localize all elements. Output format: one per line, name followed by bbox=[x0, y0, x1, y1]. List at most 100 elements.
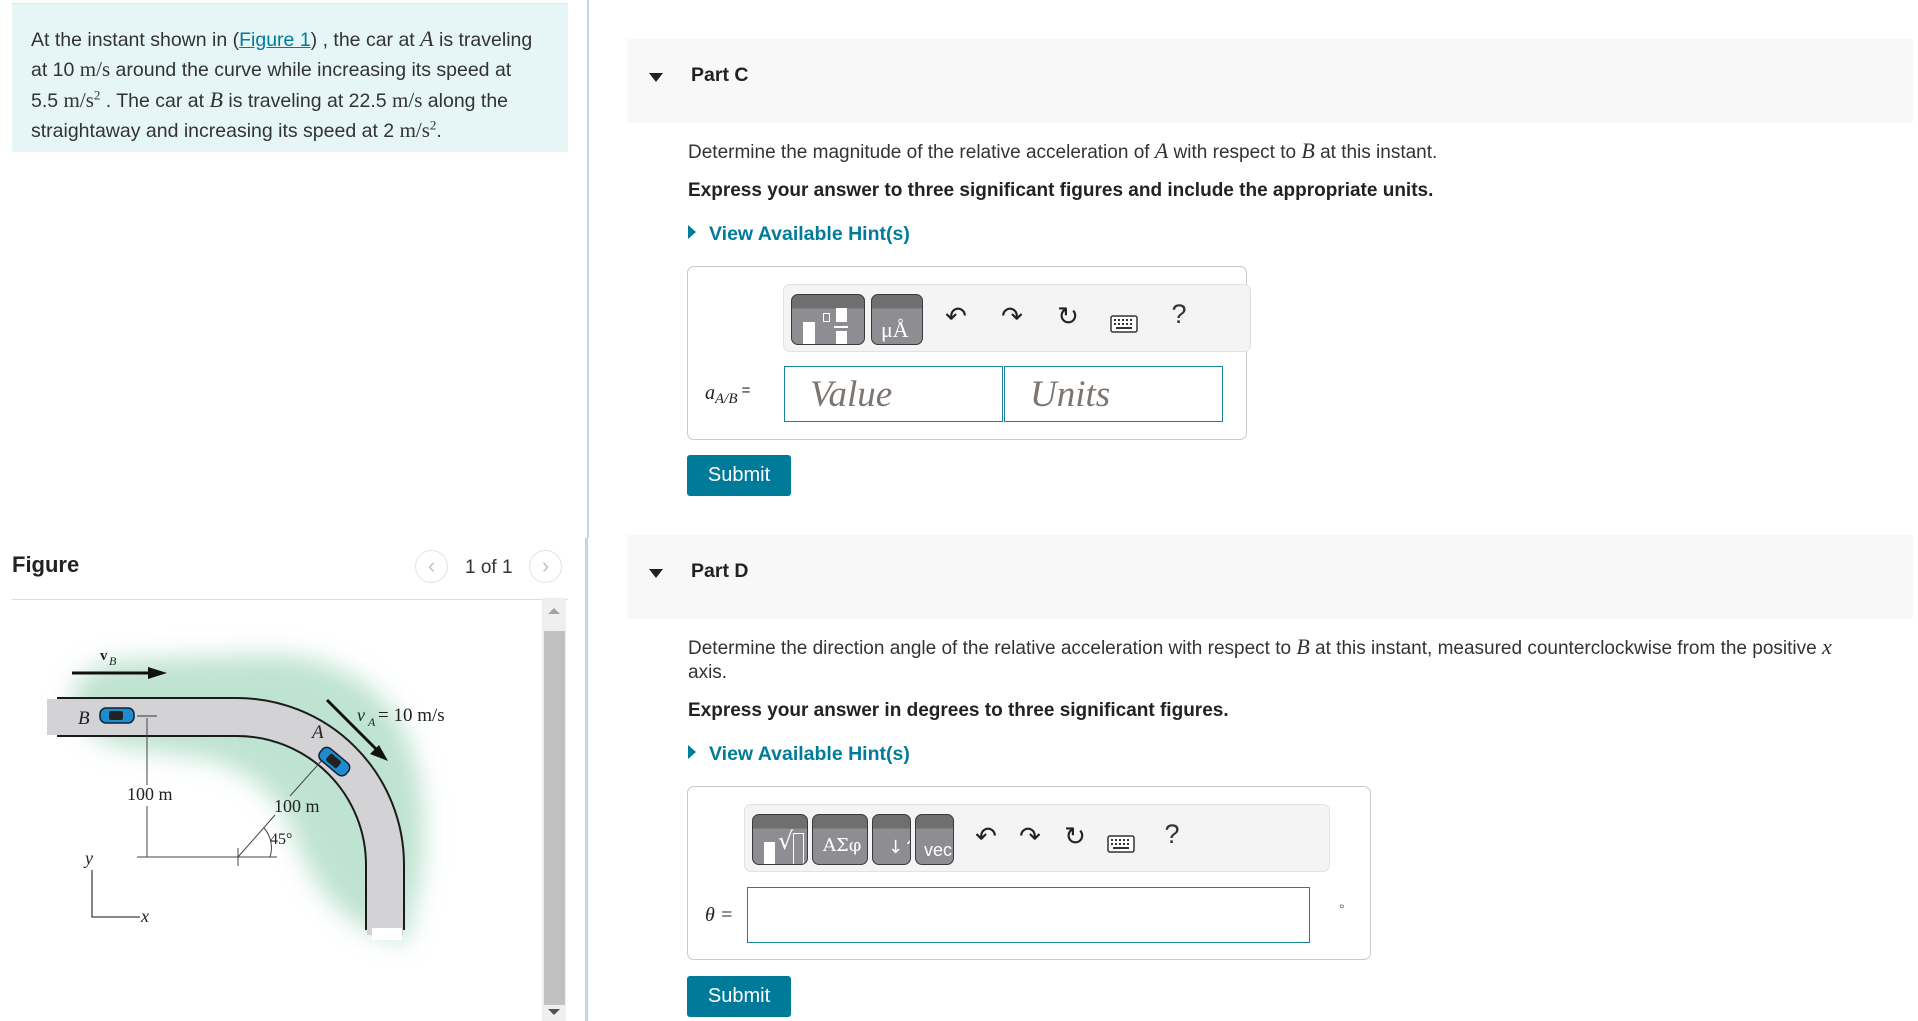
unit-ms: m/s bbox=[392, 88, 423, 112]
part-c-header[interactable]: Part C bbox=[627, 39, 1913, 123]
keyboard-icon[interactable] bbox=[1104, 829, 1138, 860]
part-c-hint-link[interactable]: View Available Hint(s) bbox=[688, 223, 910, 246]
angle-input[interactable] bbox=[747, 887, 1310, 943]
degree-unit: ° bbox=[1339, 901, 1345, 917]
problem-text: . bbox=[436, 120, 442, 142]
caret-down-icon bbox=[649, 569, 663, 578]
var-B: B bbox=[209, 87, 223, 112]
problem-statement: At the instant shown in (Figure 1) , the… bbox=[12, 3, 568, 152]
prompt-text: Determine the direction angle of the rel… bbox=[688, 638, 1297, 659]
part-c-answer-label: aA/B = bbox=[705, 382, 750, 408]
figure-image: v B B 100 m 100 m 45° A v A = 10 m/s y x bbox=[12, 600, 542, 1021]
caret-right-icon bbox=[688, 745, 696, 759]
part-c-title: Part C bbox=[691, 64, 749, 86]
part-d-prompt: Determine the direction angle of the rel… bbox=[688, 635, 1888, 685]
axis-x-label: x bbox=[140, 906, 149, 926]
label-var: a bbox=[705, 382, 715, 404]
road-diagram: v B B 100 m 100 m 45° A v A = 10 m/s y x bbox=[47, 648, 445, 941]
templates-icon[interactable]: √ bbox=[752, 814, 808, 865]
vec-icon[interactable]: vec bbox=[915, 814, 954, 865]
keyboard-icon[interactable] bbox=[1107, 309, 1141, 340]
scrollbar-thumb[interactable] bbox=[544, 631, 565, 1005]
greek-label: ΑΣφ bbox=[823, 835, 862, 856]
next-figure-button[interactable]: › bbox=[529, 550, 562, 583]
undo-icon[interactable]: ↶ bbox=[939, 301, 973, 332]
road-fade bbox=[372, 928, 402, 940]
part-d-title: Part D bbox=[691, 560, 749, 582]
problem-text: at 10 bbox=[31, 59, 80, 81]
figure-scrollbar[interactable] bbox=[542, 598, 566, 1021]
reset-icon[interactable]: ↻ bbox=[1051, 301, 1085, 332]
previous-figure-button[interactable]: ‹ bbox=[415, 550, 448, 583]
help-icon[interactable]: ? bbox=[1162, 299, 1196, 330]
prompt-text: with respect to bbox=[1168, 142, 1302, 163]
problem-text: around the curve while increasing its sp… bbox=[110, 59, 512, 81]
label-eq: = bbox=[737, 382, 751, 399]
hint-label: View Available Hint(s) bbox=[709, 223, 910, 245]
redo-icon[interactable]: ↷ bbox=[995, 301, 1029, 332]
prompt-text: axis. bbox=[688, 662, 728, 683]
part-c-prompt: Determine the magnitude of the relative … bbox=[688, 139, 1437, 165]
car-B-window bbox=[109, 711, 123, 720]
arrows-icon[interactable]: ↓↑ bbox=[872, 814, 911, 865]
problem-text: is traveling at 22.5 bbox=[222, 90, 393, 112]
units-input[interactable] bbox=[1004, 366, 1223, 422]
help-icon[interactable]: ? bbox=[1155, 819, 1189, 850]
problem-text: . The car at bbox=[100, 90, 210, 112]
axes bbox=[91, 870, 140, 918]
part-d-hint-link[interactable]: View Available Hint(s) bbox=[688, 743, 910, 766]
unit-ms2: m/s bbox=[399, 118, 430, 142]
problem-text: At the instant shown in ( bbox=[31, 29, 240, 51]
angle-label: 45° bbox=[270, 831, 292, 848]
part-c-instruction: Express your answer to three significant… bbox=[688, 180, 1434, 201]
pane-divider[interactable] bbox=[587, 0, 589, 538]
var-B: B bbox=[1301, 138, 1315, 163]
vB-subscript: B bbox=[109, 654, 117, 668]
part-d-submit-button[interactable]: Submit bbox=[687, 976, 791, 1017]
car-A-label: A bbox=[310, 722, 324, 743]
problem-text: straightaway and increasing its speed at… bbox=[31, 120, 400, 142]
part-c-submit-button[interactable]: Submit bbox=[687, 455, 791, 496]
figure-header: Figure ‹ 1 of 1 › bbox=[12, 548, 568, 600]
vB-label: v bbox=[100, 648, 108, 664]
part-d-answer-box: √ ΑΣφ ↓↑ vec ↶ ↷ ↻ ? θ = ° bbox=[687, 786, 1371, 960]
units-icon[interactable]: μÅ bbox=[871, 294, 923, 345]
greek-icon[interactable]: ΑΣφ bbox=[812, 814, 868, 865]
figure-link[interactable]: Figure 1 bbox=[239, 29, 311, 51]
redo-icon[interactable]: ↷ bbox=[1013, 821, 1047, 852]
prompt-text: Determine the magnitude of the relative … bbox=[688, 142, 1155, 163]
problem-text: is traveling bbox=[433, 29, 533, 51]
figure-counter: 1 of 1 bbox=[465, 557, 513, 578]
undo-icon[interactable]: ↶ bbox=[969, 821, 1003, 852]
label-theta: θ = bbox=[705, 904, 734, 926]
dim-label-2: 100 m bbox=[274, 796, 320, 816]
value-input[interactable] bbox=[784, 366, 1003, 422]
vA-label: v bbox=[357, 705, 365, 725]
part-c-answer-box: μÅ ↶ ↷ ↻ ? aA/B = bbox=[687, 266, 1251, 440]
var-A: A bbox=[1154, 138, 1169, 163]
pane-divider[interactable] bbox=[585, 538, 588, 1021]
unit-ms: m/s bbox=[79, 57, 111, 81]
problem-text: 5.5 bbox=[31, 90, 64, 112]
label-sub: A/B bbox=[715, 391, 738, 408]
problem-text: ) , the car at bbox=[310, 29, 421, 51]
axis-y-label: y bbox=[83, 848, 93, 868]
part-d-header[interactable]: Part D bbox=[627, 535, 1913, 619]
figure-title: Figure bbox=[12, 552, 80, 577]
problem-text: along the bbox=[422, 90, 509, 112]
reset-icon[interactable]: ↻ bbox=[1058, 821, 1092, 852]
scroll-down-arrow-icon[interactable] bbox=[542, 1003, 566, 1021]
scroll-up-arrow-icon[interactable] bbox=[542, 598, 566, 624]
part-c-math-toolbar: μÅ ↶ ↷ ↻ ? bbox=[783, 284, 1251, 352]
templates-icon[interactable] bbox=[791, 294, 865, 345]
unit-ms2: m/s bbox=[63, 88, 94, 112]
prompt-text: at this instant. bbox=[1314, 142, 1438, 163]
vA-value: = 10 m/s bbox=[378, 705, 445, 726]
prompt-text: at this instant, measured counterclockwi… bbox=[1309, 638, 1822, 659]
chevron-left-icon: ‹ bbox=[427, 553, 436, 578]
part-d-instruction: Express your answer in degrees to three … bbox=[688, 700, 1229, 721]
part-d-math-toolbar: √ ΑΣφ ↓↑ vec ↶ ↷ ↻ ? bbox=[744, 804, 1330, 872]
vec-label: vec bbox=[924, 840, 953, 860]
chevron-right-icon: › bbox=[541, 553, 550, 578]
part-d-answer-label: θ = bbox=[705, 904, 733, 927]
